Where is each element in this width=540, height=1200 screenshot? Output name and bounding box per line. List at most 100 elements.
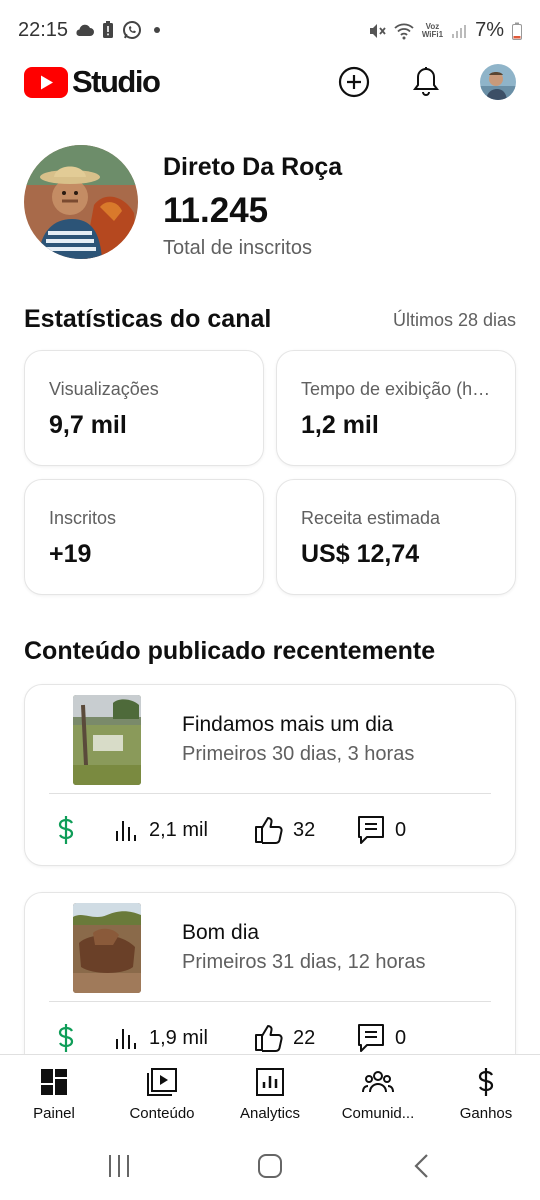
comments-metric: 0 bbox=[357, 1021, 406, 1055]
recent-content-title: Conteúdo publicado recentemente bbox=[24, 637, 436, 665]
stat-card-subscribers[interactable]: Inscritos +19 bbox=[24, 479, 264, 595]
content-icon bbox=[147, 1068, 177, 1096]
logo-text: Studio bbox=[72, 64, 161, 99]
battery-text: 7% bbox=[475, 19, 504, 41]
signal-icon bbox=[452, 24, 467, 38]
back-icon bbox=[414, 1154, 428, 1178]
earn-icon bbox=[478, 1068, 494, 1096]
subscriber-label: Total de inscritos bbox=[163, 237, 312, 259]
monetization-icon bbox=[58, 1024, 74, 1052]
video-card[interactable]: Findamos mais um dia Primeiros 30 dias, … bbox=[24, 684, 516, 866]
channel-header: Direto Da Roça 11.245 Total de inscritos bbox=[24, 145, 516, 265]
stat-card-watch-time[interactable]: Tempo de exibição (horas) 1,2 mil bbox=[276, 350, 516, 466]
status-bar: 22:15 Voz WiFi1 7% bbox=[0, 0, 540, 60]
like-icon bbox=[255, 1025, 283, 1052]
stat-value: +19 bbox=[49, 540, 92, 568]
dashboard-icon bbox=[41, 1069, 67, 1095]
stat-value: US$ 12,74 bbox=[301, 540, 420, 568]
stat-label: Inscritos bbox=[49, 508, 117, 528]
video-subtitle: Primeiros 30 dias, 3 horas bbox=[182, 743, 415, 765]
stat-card-views[interactable]: Visualizações 9,7 mil bbox=[24, 350, 264, 466]
stat-value: 9,7 mil bbox=[49, 411, 127, 439]
views-count: 1,9 mil bbox=[149, 1026, 208, 1049]
notifications-icon bbox=[413, 67, 439, 96]
video-title[interactable]: Bom dia bbox=[182, 921, 259, 945]
channel-avatar[interactable] bbox=[24, 145, 138, 259]
home-icon bbox=[258, 1154, 282, 1178]
nav-label: Conteúdo bbox=[129, 1105, 195, 1122]
recent-apps-button[interactable] bbox=[89, 1148, 149, 1184]
comments-metric: 0 bbox=[357, 813, 406, 847]
video-metrics: 2,1 mil 32 0 bbox=[55, 813, 495, 847]
network-label-bottom: WiFi1 bbox=[421, 29, 444, 39]
youtube-logo-icon bbox=[24, 66, 68, 98]
nav-item-earn[interactable]: Ganhos bbox=[432, 1055, 540, 1127]
likes-metric: 32 bbox=[253, 813, 315, 847]
stat-label: Receita estimada bbox=[301, 508, 441, 528]
comments-count: 0 bbox=[395, 818, 407, 841]
video-title[interactable]: Findamos mais um dia bbox=[182, 713, 393, 737]
bottom-navigation: Painel Conteúdo Analytics Comunid... Gan… bbox=[0, 1054, 540, 1126]
monetization-metric bbox=[55, 813, 77, 847]
account-avatar bbox=[480, 64, 516, 100]
whatsapp-icon bbox=[123, 21, 141, 39]
create-icon bbox=[338, 66, 370, 98]
views-bar-icon bbox=[116, 821, 136, 841]
notifications-button[interactable] bbox=[406, 62, 446, 102]
nav-label: Ganhos bbox=[459, 1105, 513, 1122]
create-button[interactable] bbox=[334, 62, 374, 102]
status-time: 22:15 bbox=[18, 19, 69, 41]
video-thumbnail[interactable] bbox=[73, 695, 141, 785]
video-thumbnail[interactable] bbox=[73, 903, 141, 993]
nav-label: Comunid... bbox=[341, 1105, 415, 1122]
likes-count: 32 bbox=[293, 818, 316, 841]
mute-icon bbox=[369, 23, 386, 38]
monetization-icon bbox=[58, 816, 74, 844]
comment-icon bbox=[358, 1024, 384, 1052]
comment-icon bbox=[358, 816, 384, 844]
nav-label: Painel bbox=[33, 1105, 75, 1122]
stat-label: Tempo de exibição (horas) bbox=[301, 379, 493, 399]
nav-item-analytics[interactable]: Analytics bbox=[216, 1055, 324, 1127]
subscriber-count: 11.245 bbox=[163, 191, 269, 230]
monetization-metric bbox=[55, 1021, 77, 1055]
cloud-icon bbox=[76, 24, 94, 36]
channel-name: Direto Da Roça bbox=[163, 153, 343, 181]
views-bar-icon bbox=[116, 1029, 136, 1049]
account-button[interactable] bbox=[478, 62, 518, 102]
back-button[interactable] bbox=[391, 1148, 451, 1184]
like-icon bbox=[255, 817, 283, 844]
stat-card-revenue[interactable]: Receita estimada US$ 12,74 bbox=[276, 479, 516, 595]
wifi-icon bbox=[394, 23, 414, 39]
stat-label: Visualizações bbox=[49, 379, 159, 399]
video-metrics: 1,9 mil 22 0 bbox=[55, 1021, 495, 1055]
app-bar: Studio bbox=[0, 60, 540, 104]
views-metric: 2,1 mil bbox=[113, 813, 208, 847]
network-label: Voz WiFi1 bbox=[421, 22, 444, 39]
stats-title: Estatísticas do canal bbox=[24, 305, 272, 333]
views-count: 2,1 mil bbox=[149, 818, 208, 841]
recent-apps-icon bbox=[109, 1155, 129, 1177]
views-metric: 1,9 mil bbox=[113, 1021, 208, 1055]
nav-item-community[interactable]: Comunid... bbox=[324, 1055, 432, 1127]
stat-value: 1,2 mil bbox=[301, 411, 379, 439]
video-card[interactable]: Bom dia Primeiros 31 dias, 12 horas 1,9 … bbox=[24, 892, 516, 1074]
likes-metric: 22 bbox=[253, 1021, 315, 1055]
nav-item-content[interactable]: Conteúdo bbox=[108, 1055, 216, 1127]
system-navigation bbox=[0, 1126, 540, 1200]
divider bbox=[49, 793, 491, 794]
comments-count: 0 bbox=[395, 1026, 407, 1049]
battery-alert-icon bbox=[103, 21, 113, 38]
nav-item-dashboard[interactable]: Painel bbox=[0, 1055, 108, 1127]
nav-label: Analytics bbox=[239, 1105, 301, 1122]
home-button[interactable] bbox=[240, 1148, 300, 1184]
analytics-icon bbox=[256, 1068, 284, 1096]
community-icon bbox=[362, 1071, 394, 1093]
dot-icon bbox=[154, 27, 160, 33]
likes-count: 22 bbox=[293, 1026, 316, 1049]
studio-logo[interactable]: Studio bbox=[24, 64, 161, 100]
video-subtitle: Primeiros 31 dias, 12 horas bbox=[182, 951, 426, 973]
divider bbox=[49, 1001, 491, 1002]
battery-icon bbox=[512, 22, 522, 40]
stats-period: Últimos 28 dias bbox=[392, 310, 516, 330]
